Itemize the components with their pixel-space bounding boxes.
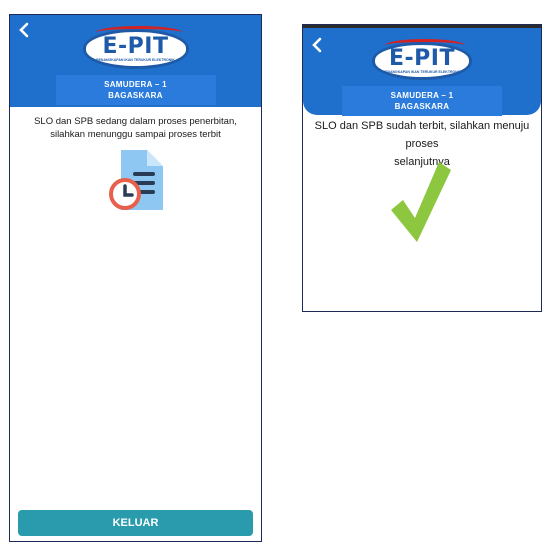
pending-screen: E-PIT PENANGKAPAN IKAN TERUKUR ELEKTRONI… <box>9 14 262 542</box>
vessel-line-2: BAGASKARA <box>108 91 163 100</box>
status-message-line-2: silahkan menunggu sampai proses terbit <box>50 129 221 140</box>
app-header: E-PIT PENANGKAPAN IKAN TERUKUR ELEKTRONI… <box>303 25 541 116</box>
chevron-left-icon <box>312 37 322 53</box>
status-message-line-1: SLO dan SPB sudah terbit, silahkan menuj… <box>314 120 530 150</box>
logo-subtitle: PENANGKAPAN IKAN TERUKUR ELEKTRONIK <box>382 70 462 74</box>
checkmark-icon <box>391 162 451 242</box>
vessel-name: SAMUDERA – 1 BAGASKARA <box>342 86 502 116</box>
completed-screen: E-PIT PENANGKAPAN IKAN TERUKUR ELEKTRONI… <box>302 24 542 312</box>
status-message: SLO dan SPB sedang dalam proses penerbit… <box>10 115 261 141</box>
vessel-line-2: BAGASKARA <box>394 102 450 111</box>
document-clock-icon <box>109 150 163 210</box>
vessel-line-1: SAMUDERA – 1 <box>390 91 454 100</box>
back-button[interactable] <box>18 20 30 42</box>
chevron-left-icon <box>19 22 29 38</box>
logo-subtitle: PENANGKAPAN IKAN TERUKUR ELEKTRONIK <box>96 58 175 62</box>
status-message-line-1: SLO dan SPB sedang dalam proses penerbit… <box>34 116 237 127</box>
keluar-button[interactable]: KELUAR <box>18 510 253 536</box>
logo-text: E-PIT <box>102 34 169 59</box>
epit-logo: E-PIT PENANGKAPAN IKAN TERUKUR ELEKTRONI… <box>82 26 189 69</box>
back-button[interactable] <box>311 35 323 57</box>
vessel-line-1: SAMUDERA – 1 <box>104 80 167 89</box>
app-header: E-PIT PENANGKAPAN IKAN TERUKUR ELEKTRONI… <box>10 15 261 107</box>
epit-logo: E-PIT PENANGKAPAN IKAN TERUKUR ELEKTRONI… <box>372 39 472 80</box>
vessel-name: SAMUDERA – 1 BAGASKARA <box>55 75 216 105</box>
logo-swoosh <box>385 39 465 52</box>
logo-swoosh <box>95 26 182 39</box>
